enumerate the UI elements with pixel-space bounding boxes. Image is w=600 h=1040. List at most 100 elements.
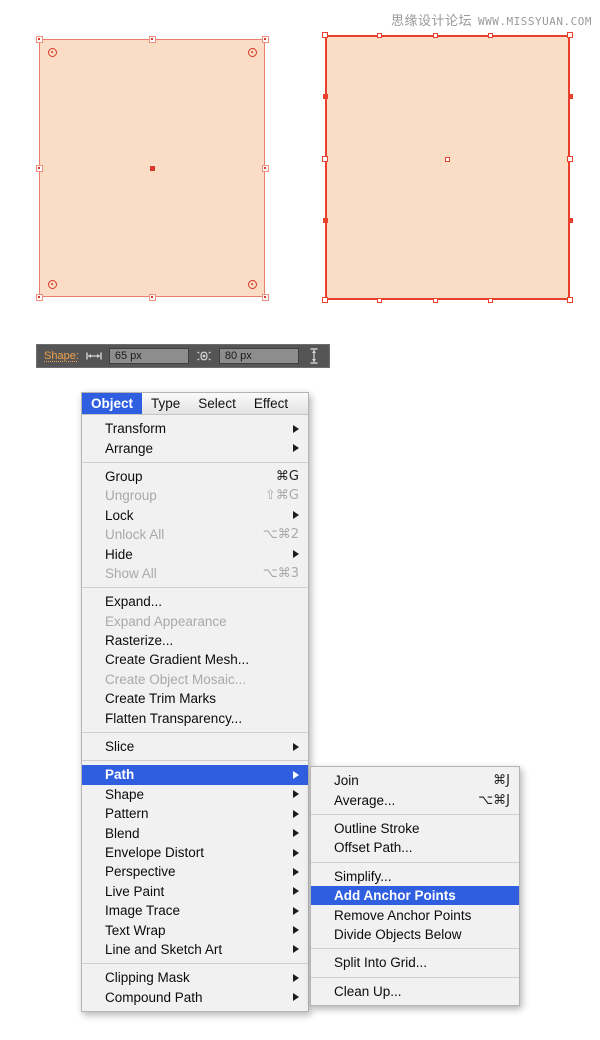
object-menu-item-create-trim-marks[interactable]: Create Trim Marks: [82, 689, 308, 708]
anchor-point-top-left[interactable]: [322, 32, 328, 38]
bbox-handle-middle-right[interactable]: [262, 165, 269, 172]
menu-item-label: Lock: [105, 508, 279, 523]
object-menu-item-flatten-transparency[interactable]: Flatten Transparency...: [82, 708, 308, 727]
object-menu-item-line-and-sketch-art[interactable]: Line and Sketch Art: [82, 940, 308, 959]
path-submenu-item-split-into-grid[interactable]: Split Into Grid...: [311, 953, 519, 972]
menu-item-label: Add Anchor Points: [334, 888, 510, 903]
shape-bar-label: Shape:: [44, 350, 79, 362]
anchor-point-top-3[interactable]: [488, 33, 493, 38]
submenu-arrow-icon: [293, 771, 299, 779]
anchor-point-left-1[interactable]: [323, 94, 328, 99]
anchor-point-bottom-2[interactable]: [433, 298, 438, 303]
menu-item-label: Group: [105, 469, 260, 484]
menu-separator: [311, 977, 519, 978]
path-submenu-item-join[interactable]: Join⌘J: [311, 771, 519, 790]
submenu-arrow-icon: [293, 849, 299, 857]
corner-constraint-icon[interactable]: [196, 348, 212, 364]
rectangle-after[interactable]: [325, 35, 570, 300]
menu-item-label: Average...: [334, 793, 462, 808]
anchor-point-bottom-3[interactable]: [488, 298, 493, 303]
path-submenu-item-offset-path[interactable]: Offset Path...: [311, 838, 519, 857]
shape-width-input[interactable]: 65 px: [109, 348, 189, 364]
anchor-point-right-3[interactable]: [568, 218, 573, 223]
anchor-point-right-1[interactable]: [568, 94, 573, 99]
path-submenu-item-remove-anchor-points[interactable]: Remove Anchor Points: [311, 905, 519, 924]
submenu-arrow-icon: [293, 790, 299, 798]
anchor-point-right-2[interactable]: [567, 156, 573, 162]
menu-item-label: Pattern: [105, 806, 279, 821]
anchor-point-top-right[interactable]: [567, 32, 573, 38]
object-menu-item-text-wrap[interactable]: Text Wrap: [82, 920, 308, 939]
object-menu-item-pattern[interactable]: Pattern: [82, 804, 308, 823]
bbox-handle-middle-left[interactable]: [36, 165, 43, 172]
menu-item-label: Clean Up...: [334, 984, 510, 999]
bbox-handle-bottom-center[interactable]: [149, 294, 156, 301]
object-menu-item-lock[interactable]: Lock: [82, 506, 308, 525]
object-menu-item-transform[interactable]: Transform: [82, 419, 308, 438]
object-menu-item-expand[interactable]: Expand...: [82, 592, 308, 611]
anchor-point-top-1[interactable]: [377, 33, 382, 38]
menu-item-label: Live Paint: [105, 884, 279, 899]
menubar-item-select[interactable]: Select: [189, 393, 245, 414]
bbox-handle-top-right[interactable]: [262, 36, 269, 43]
submenu-arrow-icon: [293, 974, 299, 982]
bbox-handle-top-center[interactable]: [149, 36, 156, 43]
menu-item-label: Divide Objects Below: [334, 927, 510, 942]
object-menu-item-perspective[interactable]: Perspective: [82, 862, 308, 881]
object-menu: ObjectTypeSelectEffect Transform Arrange G…: [81, 392, 309, 1012]
object-menu-item-create-gradient-mesh[interactable]: Create Gradient Mesh...: [82, 650, 308, 669]
bbox-handle-bottom-right[interactable]: [262, 294, 269, 301]
anchor-point-left-3[interactable]: [323, 218, 328, 223]
menu-item-label: Envelope Distort: [105, 845, 279, 860]
path-submenu-item-add-anchor-points[interactable]: Add Anchor Points: [311, 886, 519, 905]
menubar-item-effect[interactable]: Effect: [245, 393, 297, 414]
width-arrows-icon: [86, 348, 102, 364]
object-menu-item-shape[interactable]: Shape: [82, 785, 308, 804]
menu-item-label: Slice: [105, 739, 279, 754]
rectangle-before[interactable]: [39, 39, 265, 297]
anchor-point-bottom-left[interactable]: [322, 297, 328, 303]
object-menu-item-group[interactable]: Group⌘G: [82, 467, 308, 486]
menu-item-label: Transform: [105, 421, 279, 436]
menu-item-label: Unlock All: [105, 527, 247, 542]
path-submenu-item-clean-up[interactable]: Clean Up...: [311, 982, 519, 1001]
corner-radius-widget-bottom-left[interactable]: [48, 280, 57, 289]
object-menu-item-show-all: Show All ⌥⌘3: [82, 564, 308, 583]
illustrator-canvas: [0, 0, 600, 330]
corner-radius-widget-top-right[interactable]: [248, 48, 257, 57]
bbox-handle-top-left[interactable]: [36, 36, 43, 43]
object-menu-item-arrange[interactable]: Arrange: [82, 438, 308, 457]
anchor-point-bottom-1[interactable]: [377, 298, 382, 303]
menu-item-label: Outline Stroke: [334, 821, 510, 836]
object-menu-item-slice[interactable]: Slice: [82, 737, 308, 756]
object-menu-item-rasterize[interactable]: Rasterize...: [82, 631, 308, 650]
menubar-item-type[interactable]: Type: [142, 393, 189, 414]
menu-item-label: Join: [334, 773, 477, 788]
menubar-item-object[interactable]: Object: [82, 393, 142, 414]
object-menu-item-live-paint[interactable]: Live Paint: [82, 882, 308, 901]
corner-radius-widget-top-left[interactable]: [48, 48, 57, 57]
path-submenu-item-simplify[interactable]: Simplify...: [311, 867, 519, 886]
bbox-handle-bottom-left[interactable]: [36, 294, 43, 301]
menu-item-label: Arrange: [105, 441, 279, 456]
anchor-point-bottom-right[interactable]: [567, 297, 573, 303]
menu-item-shortcut: ⌥⌘J: [478, 793, 510, 808]
object-menu-item-hide[interactable]: Hide: [82, 544, 308, 563]
menu-item-label: Show All: [105, 566, 247, 581]
anchor-point-top-2[interactable]: [433, 33, 438, 38]
rectangle-after-fill: [325, 35, 570, 300]
menu-item-label: Line and Sketch Art: [105, 942, 279, 957]
object-menu-item-clipping-mask[interactable]: Clipping Mask: [82, 968, 308, 987]
path-submenu-item-average[interactable]: Average... ⌥⌘J: [311, 790, 519, 809]
corner-radius-widget-bottom-right[interactable]: [248, 280, 257, 289]
anchor-point-left-2[interactable]: [322, 156, 328, 162]
object-menu-item-blend[interactable]: Blend: [82, 823, 308, 842]
object-menu-item-image-trace[interactable]: Image Trace: [82, 901, 308, 920]
object-menu-item-path[interactable]: Path: [82, 765, 308, 784]
menu-item-shortcut: ⌥⌘3: [263, 566, 299, 581]
object-menu-item-envelope-distort[interactable]: Envelope Distort: [82, 843, 308, 862]
path-submenu-item-divide-objects-below[interactable]: Divide Objects Below: [311, 925, 519, 944]
path-submenu-item-outline-stroke[interactable]: Outline Stroke: [311, 819, 519, 838]
shape-height-input[interactable]: 80 px: [219, 348, 299, 364]
object-menu-item-compound-path[interactable]: Compound Path: [82, 988, 308, 1007]
